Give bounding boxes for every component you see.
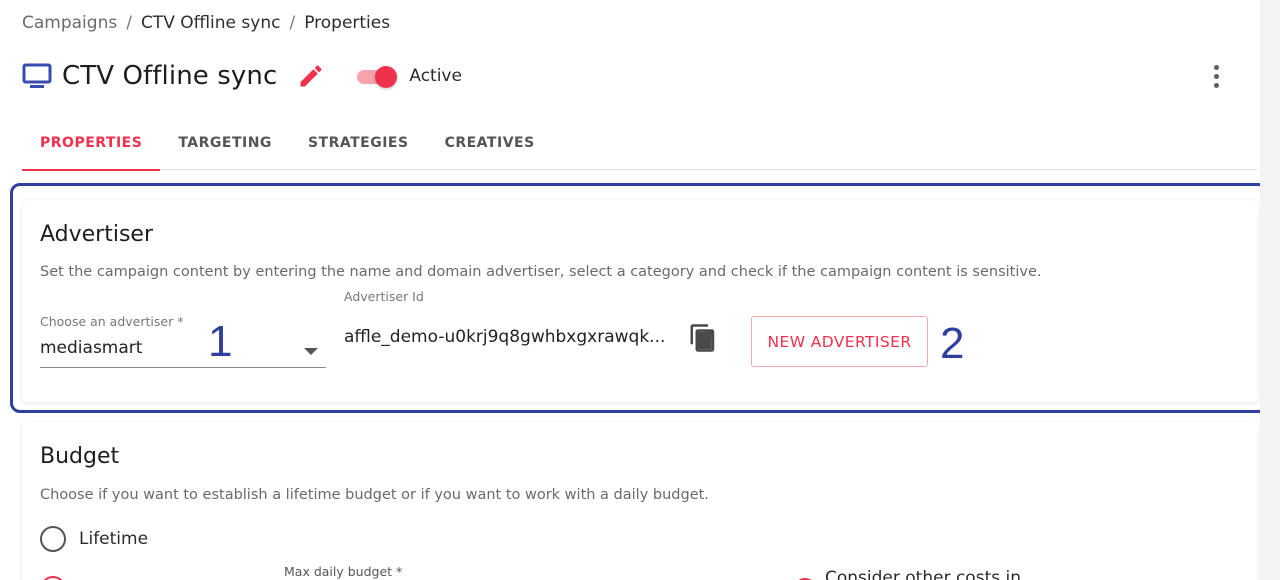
tab-bar: PROPERTIES TARGETING STRATEGIES CREATIVE… [22,116,1258,171]
breadcrumb: Campaigns / CTV Offline sync / Propertie… [22,13,390,33]
breadcrumb-separator: / [289,13,296,33]
active-toggle[interactable] [355,64,399,88]
page-title: CTV Offline sync [62,61,278,91]
more-vert-icon[interactable] [1204,62,1228,90]
pencil-icon[interactable] [297,62,325,90]
breadcrumb-current: Properties [304,13,391,33]
advertiser-select-value: mediasmart [40,338,143,358]
advertiser-id-label: Advertiser Id [344,289,424,304]
breadcrumb-campaigns[interactable]: Campaigns [22,13,117,33]
radio-daily[interactable] [40,576,66,580]
page: Campaigns / CTV Offline sync / Propertie… [0,0,1268,580]
budget-card: Budget Choose if you want to establish a… [22,422,1258,580]
advertiser-title: Advertiser [40,222,154,247]
annotation-1: 1 [208,317,233,366]
toggle-thumb [375,66,398,88]
tv-icon [22,63,52,88]
advertiser-id-value: affle_demo-u0krj9q8gwhbxgxrawqk... [344,327,666,347]
budget-description: Choose if you want to establish a lifeti… [40,487,709,503]
radio-circle [40,526,66,552]
copy-icon[interactable] [688,322,718,354]
dropdown-arrow-icon [304,348,318,355]
campaign-header: CTV Offline sync Active [22,58,462,94]
status-label: Active [409,66,462,86]
tab-creatives[interactable]: CREATIVES [427,116,553,170]
tab-strategies[interactable]: STRATEGIES [290,116,427,170]
advertiser-description: Set the campaign content by entering the… [40,264,1042,280]
annotation-2: 2 [940,319,965,368]
radio-lifetime[interactable]: Lifetime [40,526,148,552]
breadcrumb-campaign[interactable]: CTV Offline sync [141,13,281,33]
breadcrumb-separator: / [126,13,132,33]
budget-title: Budget [40,444,120,469]
advertiser-select[interactable]: Choose an advertiser * mediasmart [40,312,326,368]
other-costs-label: Consider other costs in [825,568,1021,580]
tab-targeting[interactable]: TARGETING [160,116,290,170]
radio-lifetime-label: Lifetime [79,529,149,549]
advertiser-select-label: Choose an advertiser * [40,314,184,329]
max-daily-budget-label: Max daily budget * [284,564,403,579]
advertiser-card: Advertiser Set the campaign content by e… [22,200,1258,402]
new-advertiser-button[interactable]: NEW ADVERTISER [751,316,928,367]
tab-properties[interactable]: PROPERTIES [22,116,161,171]
select-underline [40,367,326,368]
scroll-gutter [1260,0,1280,580]
